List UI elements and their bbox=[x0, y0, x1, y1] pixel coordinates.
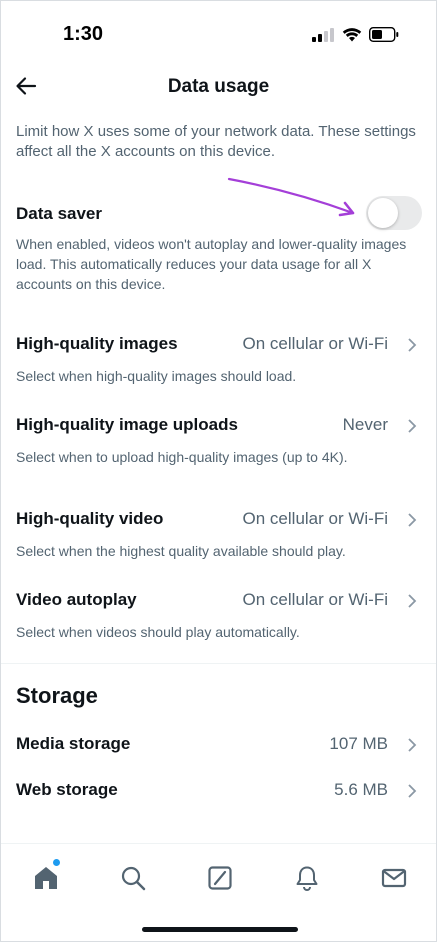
setting-value: On cellular or Wi-Fi bbox=[242, 509, 388, 528]
notifications-icon[interactable] bbox=[293, 864, 321, 892]
toggle-knob bbox=[368, 198, 398, 228]
app-frame: 1:30 Data usage Limit how X uses some of… bbox=[0, 0, 437, 942]
intro-text: Limit how X uses some of your network da… bbox=[16, 123, 416, 160]
chevron-right-icon bbox=[408, 419, 417, 433]
storage-title: Media storage bbox=[16, 734, 131, 753]
grok-icon[interactable] bbox=[206, 864, 234, 892]
setting-description: Select when the highest quality availabl… bbox=[16, 543, 346, 559]
annotation-arrow-icon bbox=[227, 177, 355, 217]
cellular-signal-icon bbox=[312, 28, 336, 42]
setting-title: High-quality image uploads bbox=[16, 415, 238, 434]
messages-icon[interactable] bbox=[380, 864, 408, 892]
setting-value: On cellular or Wi-Fi bbox=[242, 590, 388, 609]
setting-description: Select when videos should play automatic… bbox=[16, 624, 300, 640]
setting-title: Video autoplay bbox=[16, 590, 137, 609]
setting-description: Select when to upload high-quality image… bbox=[16, 449, 348, 465]
bottom-navigation bbox=[1, 843, 436, 909]
page-title: Data usage bbox=[167, 76, 270, 97]
chevron-right-icon bbox=[408, 338, 417, 352]
chevron-right-icon bbox=[408, 594, 417, 608]
setting-description: Select when high-quality images should l… bbox=[16, 368, 297, 384]
chevron-right-icon bbox=[408, 738, 417, 752]
setting-value: On cellular or Wi-Fi bbox=[242, 334, 388, 353]
notification-dot bbox=[53, 859, 60, 866]
data-saver-description: When enabled, videos won't autoplay and … bbox=[16, 236, 407, 292]
data-saver-toggle[interactable] bbox=[366, 196, 422, 230]
top-bar: Data usage bbox=[1, 61, 436, 113]
data-saver-label: Data saver bbox=[16, 204, 103, 223]
storage-section-title: Storage bbox=[16, 683, 98, 708]
storage-value: 107 MB bbox=[329, 734, 388, 753]
setting-title: High-quality images bbox=[16, 334, 178, 353]
storage-value: 5.6 MB bbox=[334, 780, 388, 799]
battery-icon bbox=[369, 27, 399, 42]
status-time: 1:30 bbox=[63, 23, 104, 45]
setting-title: High-quality video bbox=[16, 509, 164, 528]
search-icon[interactable] bbox=[119, 864, 147, 892]
status-bar: 1:30 bbox=[1, 1, 436, 61]
home-icon[interactable] bbox=[32, 864, 60, 892]
home-indicator[interactable] bbox=[142, 927, 298, 932]
setting-value: Never bbox=[342, 415, 388, 434]
chevron-right-icon bbox=[408, 513, 417, 527]
section-divider bbox=[1, 663, 436, 664]
wifi-icon bbox=[342, 28, 362, 42]
storage-title: Web storage bbox=[16, 780, 118, 799]
chevron-right-icon bbox=[408, 784, 417, 798]
